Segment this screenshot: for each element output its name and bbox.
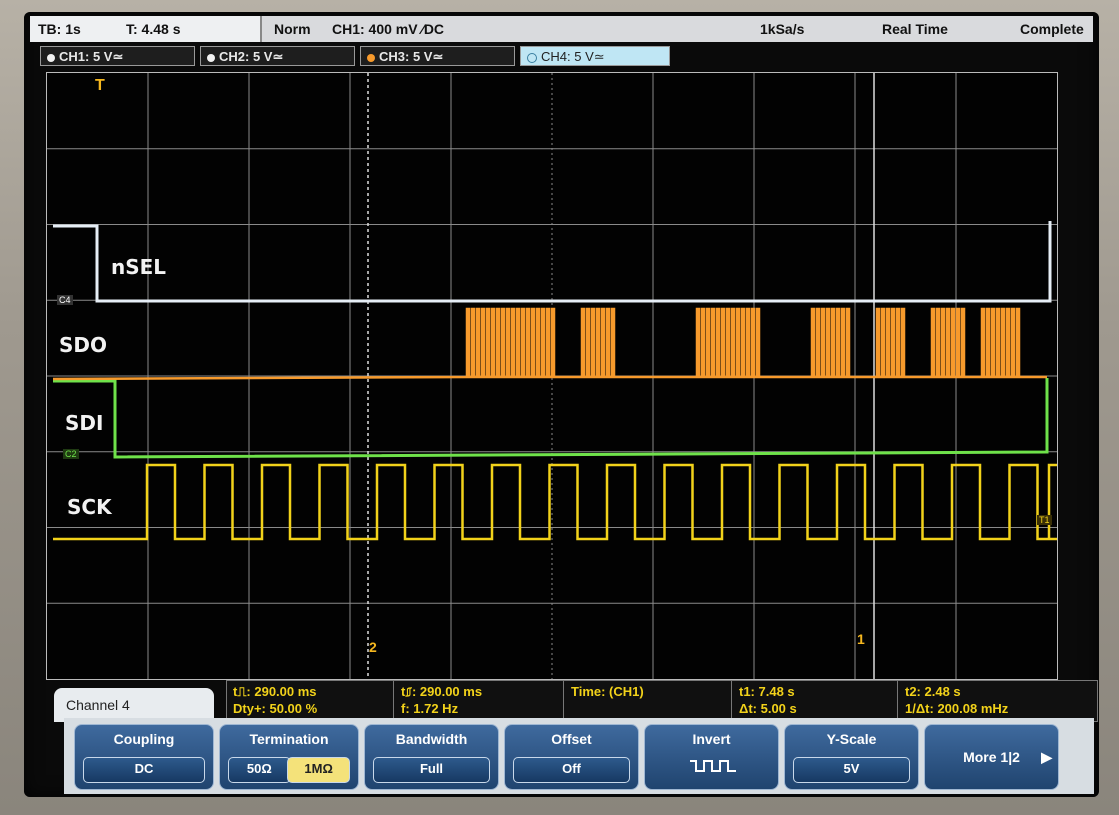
status-bar: TB: 1s T: 4.48 s Norm CH1: 400 mV ∕DC 1k… <box>30 16 1093 42</box>
trigger-time: T: 4.48 s <box>126 21 181 37</box>
ch4-dot-icon <box>527 52 537 63</box>
meas-divider <box>563 681 564 721</box>
yscale-button[interactable]: Y-Scale 5V <box>784 724 919 790</box>
meas-negative-width: t⎎: 290.00 ms <box>401 684 483 699</box>
ch2-label: CH2: 5 V≃ <box>219 49 284 64</box>
acquisition-mode: Real Time <box>882 21 948 37</box>
termination-1mohm[interactable]: 1MΩ <box>287 757 350 783</box>
ch3-label: CH3: 5 V≃ <box>379 49 444 64</box>
termination-label: Termination <box>249 731 329 747</box>
ch1-dot-icon <box>47 53 55 62</box>
coupling-button[interactable]: Coupling DC <box>74 724 214 790</box>
yscale-label: Y-Scale <box>826 731 877 747</box>
tab-ch3[interactable]: CH3: 5 V≃ <box>360 46 515 66</box>
offset-button[interactable]: Offset Off <box>504 724 639 790</box>
offset-label: Offset <box>551 731 592 747</box>
termination-50ohm[interactable]: 50Ω <box>228 757 291 783</box>
more-label: More 1|2 <box>963 749 1020 765</box>
ch1-ref-marker[interactable]: T1 <box>1037 515 1052 525</box>
bandwidth-value: Full <box>373 757 490 783</box>
meas-frequency: f: 1.72 Hz <box>401 701 459 716</box>
ch4-label: CH4: 5 V≃ <box>541 49 605 64</box>
cursor2-label[interactable]: 2 <box>369 639 377 655</box>
label-nsel: nSEL <box>111 255 167 279</box>
trace-sdo <box>52 307 1047 381</box>
tab-ch1[interactable]: CH1: 5 V≃ <box>40 46 195 66</box>
coupling-label: Coupling <box>113 731 175 747</box>
meas-delta-t: Δt: 5.00 s <box>739 701 797 716</box>
ch1-setting[interactable]: CH1: 400 mV ∕DC <box>332 21 444 37</box>
bandwidth-label: Bandwidth <box>395 731 468 747</box>
more-button[interactable]: More 1|2 ▶ <box>924 724 1059 790</box>
ch2-ref-marker[interactable]: C2 <box>63 449 79 459</box>
sample-rate: 1kSa/s <box>760 21 805 37</box>
coupling-value: DC <box>83 757 205 783</box>
meas-t2: t2: 2.48 s <box>905 684 961 699</box>
tab-ch2[interactable]: CH2: 5 V≃ <box>200 46 355 66</box>
waveform-display[interactable]: T nSEL SDO SDI SCK C4 C2 T1 2 1 <box>46 72 1058 680</box>
menu-title: Channel 4 <box>54 688 214 722</box>
measurement-panel: t⎍: 290.00 ms Dty+: 50.00 % t⎎: 290.00 m… <box>226 680 1098 722</box>
meas-time-source: Time: (CH1) <box>571 684 644 699</box>
label-sdo: SDO <box>59 333 108 357</box>
termination-button[interactable]: Termination 50Ω 1MΩ <box>219 724 359 790</box>
softkey-bar: Coupling DC Termination 50Ω 1MΩ Bandwidt… <box>64 718 1094 794</box>
traces <box>52 221 1057 541</box>
acquisition-status: Complete <box>1020 21 1084 37</box>
invert-button[interactable]: Invert <box>644 724 779 790</box>
bandwidth-button[interactable]: Bandwidth Full <box>364 724 499 790</box>
timebase-panel[interactable]: TB: 1s T: 4.48 s <box>30 16 262 42</box>
timebase: TB: 1s <box>38 21 81 37</box>
ch3-dot-icon <box>367 53 375 62</box>
arrow-right-icon: ▶ <box>1041 749 1052 765</box>
meas-inverse-delta-t: 1/Δt: 200.08 mHz <box>905 701 1009 716</box>
trace-sdi <box>53 378 1049 459</box>
cursor1-label[interactable]: 1 <box>857 631 865 647</box>
scope-screen: TB: 1s T: 4.48 s Norm CH1: 400 mV ∕DC 1k… <box>24 12 1099 797</box>
tab-ch4[interactable]: CH4: 5 V≃ <box>520 46 670 66</box>
invert-label: Invert <box>692 731 731 747</box>
meas-duty: Dty+: 50.00 % <box>233 701 318 716</box>
offset-value: Off <box>513 757 630 783</box>
label-sck: SCK <box>67 495 112 519</box>
meas-positive-width: t⎍: 290.00 ms <box>233 684 317 699</box>
channel-tabs: CH1: 5 V≃ CH2: 5 V≃ CH3: 5 V≃ CH4: 5 V≃ <box>40 46 1099 68</box>
invert-pulse-icon <box>690 760 736 772</box>
trigger-mode[interactable]: Norm <box>274 21 311 37</box>
trigger-marker-icon[interactable]: T <box>95 77 105 95</box>
ch2-dot-icon <box>207 53 215 62</box>
label-sdi: SDI <box>65 411 104 435</box>
yscale-value: 5V <box>793 757 910 783</box>
meas-t1: t1: 7.48 s <box>739 684 795 699</box>
meas-divider <box>731 681 732 721</box>
meas-divider <box>897 681 898 721</box>
meas-divider <box>393 681 394 721</box>
waveform-canvas <box>47 73 1057 679</box>
ch1-label: CH1: 5 V≃ <box>59 49 124 64</box>
ch4-ref-marker[interactable]: C4 <box>57 295 73 305</box>
